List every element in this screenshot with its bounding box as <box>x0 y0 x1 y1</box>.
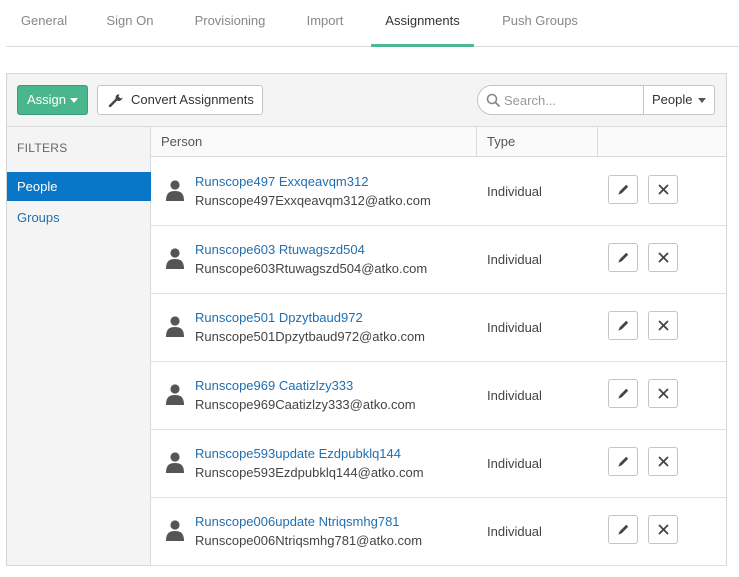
filter-people[interactable]: People <box>7 172 151 201</box>
person-icon <box>166 384 184 405</box>
assignment-type: Individual <box>487 184 542 199</box>
filters-sidebar: FILTERS People Groups <box>7 127 151 565</box>
table-row: Runscope006update Ntriqsmhg781 Runscope00… <box>151 498 726 566</box>
close-icon <box>658 184 669 195</box>
tab-assignments[interactable]: Assignments <box>371 0 474 47</box>
person-name-link[interactable]: Runscope969 Caatizlzy333 <box>195 378 353 393</box>
assignment-type: Individual <box>487 456 542 471</box>
remove-assignment-button[interactable] <box>648 175 678 204</box>
search-icon <box>486 93 500 107</box>
column-header-type: Type <box>477 127 598 157</box>
close-icon <box>658 252 669 263</box>
filters-title: FILTERS <box>17 141 68 155</box>
person-icon <box>166 452 184 473</box>
remove-assignment-button[interactable] <box>648 515 678 544</box>
person-email: Runscope969Caatizlzy333@atko.com <box>195 397 416 412</box>
search-input[interactable] <box>504 91 638 109</box>
tab-push-groups[interactable]: Push Groups <box>490 0 590 47</box>
person-email: Runscope593Ezdpubklq144@atko.com <box>195 465 424 480</box>
person-email: Runscope501Dpzytbaud972@atko.com <box>195 329 426 344</box>
edit-assignment-button[interactable] <box>608 311 638 340</box>
table-header: Person Type <box>151 127 726 157</box>
table-row: Runscope497 Exxqeavqm312 Runscope497Exxqe… <box>151 158 726 226</box>
close-icon <box>658 524 669 535</box>
pencil-icon <box>618 456 629 467</box>
tab-general[interactable]: General <box>6 0 82 47</box>
tab-import[interactable]: Import <box>293 0 357 47</box>
table-row: Runscope603 Rtuwagszd504 Runscope603Rtuwa… <box>151 226 726 294</box>
assignment-type: Individual <box>487 524 542 539</box>
convert-assignments-button[interactable]: Convert Assignments <box>97 85 263 115</box>
pencil-icon <box>618 388 629 399</box>
person-email: Runscope006Ntriqsmhg781@atko.com <box>195 533 423 548</box>
chevron-down-icon <box>698 98 706 103</box>
search-box <box>477 85 644 115</box>
edit-assignment-button[interactable] <box>608 447 638 476</box>
remove-assignment-button[interactable] <box>648 243 678 272</box>
person-icon <box>166 180 184 201</box>
person-name-link[interactable]: Runscope501 Dpzytbaud972 <box>195 310 363 325</box>
column-header-actions <box>598 127 726 157</box>
convert-assignments-label: Convert Assignments <box>131 92 254 107</box>
pencil-icon <box>618 524 629 535</box>
remove-assignment-button[interactable] <box>648 379 678 408</box>
assignments-table: Person Type Runscope497 Exxqeavqm312 Runs… <box>151 127 726 566</box>
wrench-icon <box>108 94 123 107</box>
assignment-type: Individual <box>487 320 542 335</box>
pencil-icon <box>618 320 629 331</box>
person-email: Runscope497Exxqeavqm312@atko.com <box>195 193 431 208</box>
assignment-type: Individual <box>487 252 542 267</box>
app-tabs: General Sign On Provisioning Import Assi… <box>6 0 739 47</box>
search-scope-value: People <box>652 92 693 107</box>
person-name-link[interactable]: Runscope603 Rtuwagszd504 <box>195 242 365 257</box>
person-email: Runscope603Rtuwagszd504@atko.com <box>195 261 428 276</box>
filter-groups[interactable]: Groups <box>7 203 151 232</box>
assign-button-label: Assign <box>27 92 67 107</box>
caret-down-icon <box>70 98 78 103</box>
tab-provisioning[interactable]: Provisioning <box>184 0 276 47</box>
person-name-link[interactable]: Runscope593update Ezdpubklq144 <box>195 446 401 461</box>
remove-assignment-button[interactable] <box>648 447 678 476</box>
close-icon <box>658 388 669 399</box>
person-name-link[interactable]: Runscope006update Ntriqsmhg781 <box>195 514 400 529</box>
column-header-person: Person <box>151 127 477 157</box>
person-icon <box>166 520 184 541</box>
table-row: Runscope501 Dpzytbaud972 Runscope501Dpzyt… <box>151 294 726 362</box>
search-scope-select[interactable]: People <box>643 85 715 115</box>
table-row: Runscope593update Ezdpubklq144 Runscope59… <box>151 430 726 498</box>
assign-button[interactable]: Assign <box>17 85 88 115</box>
close-icon <box>658 456 669 467</box>
assignment-type: Individual <box>487 388 542 403</box>
person-icon <box>166 248 184 269</box>
person-icon <box>166 316 184 337</box>
edit-assignment-button[interactable] <box>608 515 638 544</box>
pencil-icon <box>618 252 629 263</box>
edit-assignment-button[interactable] <box>608 175 638 204</box>
assignments-toolbar: Assign Convert Assignments People <box>7 74 726 127</box>
person-name-link[interactable]: Runscope497 Exxqeavqm312 <box>195 174 368 189</box>
pencil-icon <box>618 184 629 195</box>
tab-sign-on[interactable]: Sign On <box>93 0 167 47</box>
remove-assignment-button[interactable] <box>648 311 678 340</box>
table-row: Runscope969 Caatizlzy333 Runscope969Caati… <box>151 362 726 430</box>
close-icon <box>658 320 669 331</box>
edit-assignment-button[interactable] <box>608 243 638 272</box>
assignments-panel: Assign Convert Assignments People FILTER… <box>6 73 727 566</box>
edit-assignment-button[interactable] <box>608 379 638 408</box>
